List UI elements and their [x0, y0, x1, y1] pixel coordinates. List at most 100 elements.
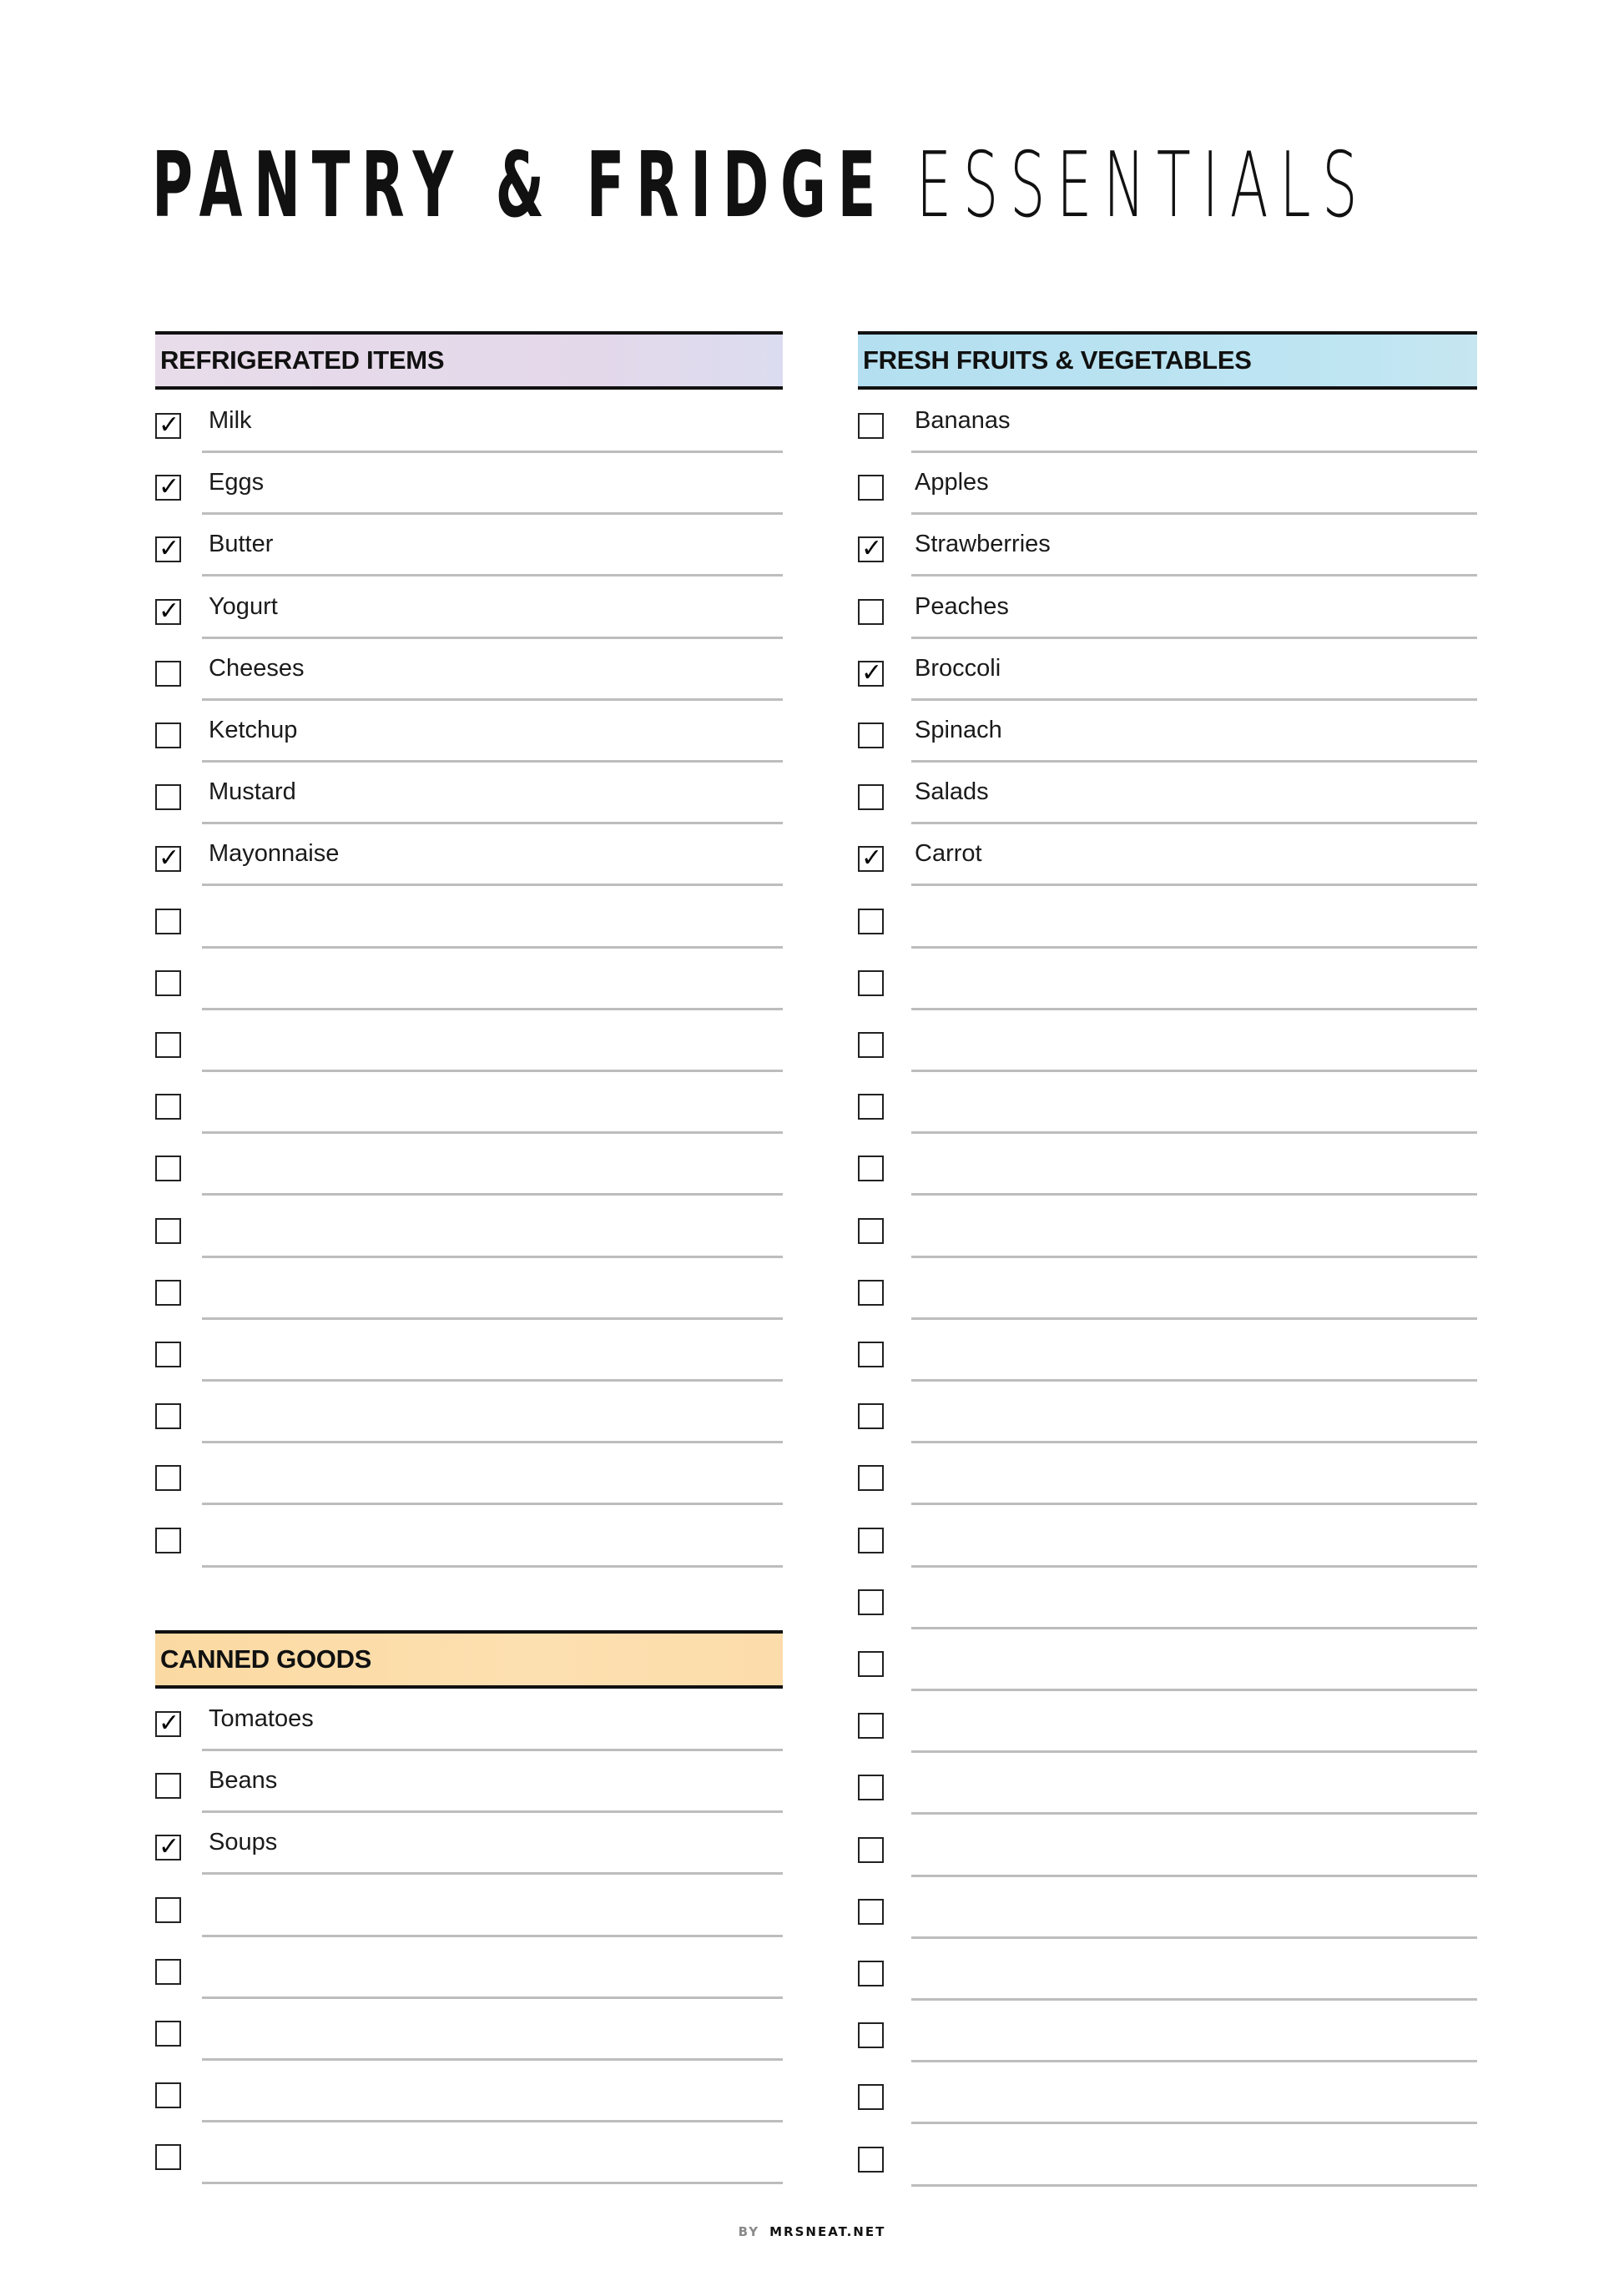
- item-checkbox[interactable]: [858, 1403, 884, 1430]
- item-checkbox[interactable]: [155, 969, 181, 996]
- item-label[interactable]: Apples: [915, 469, 989, 496]
- item-checkbox[interactable]: [155, 660, 181, 687]
- item-underline: [202, 1749, 783, 1751]
- item-label[interactable]: Broccoli: [915, 655, 1001, 682]
- item-checkbox[interactable]: [858, 1217, 884, 1244]
- item-checkbox[interactable]: [155, 1465, 181, 1492]
- item-label[interactable]: Cheeses: [209, 655, 304, 682]
- item-label[interactable]: Eggs: [209, 469, 264, 496]
- item-checkbox[interactable]: [858, 784, 884, 811]
- item-checkbox[interactable]: ✓: [858, 843, 884, 874]
- item-checkbox[interactable]: [858, 413, 884, 439]
- item-checkbox[interactable]: [858, 969, 884, 996]
- item-checkbox[interactable]: [858, 1775, 884, 1801]
- item-label[interactable]: Peaches: [915, 593, 1009, 621]
- item-underline: [202, 822, 783, 825]
- item-underline: [202, 2182, 783, 2185]
- item-checkbox[interactable]: [858, 2084, 884, 2111]
- item-checkbox[interactable]: [858, 1156, 884, 1182]
- item-checkbox[interactable]: [155, 1527, 181, 1553]
- item-checkbox[interactable]: [155, 1279, 181, 1306]
- item-checkbox[interactable]: [155, 1342, 181, 1367]
- item-underline: [202, 451, 783, 453]
- item-checkbox[interactable]: ✓: [858, 658, 884, 687]
- item-checkbox[interactable]: ✓: [155, 596, 181, 626]
- item-checkbox[interactable]: [155, 723, 181, 748]
- item-checkbox[interactable]: [155, 1403, 181, 1430]
- item-label[interactable]: Ketchup: [209, 717, 297, 744]
- section-header-refrigerated: REFRIGERATED ITEMS: [155, 331, 783, 390]
- item-underline: [911, 1874, 1477, 1877]
- item-underline: [202, 1193, 783, 1196]
- item-underline: [911, 945, 1477, 949]
- item-checkbox[interactable]: [155, 1032, 181, 1058]
- item-checkbox[interactable]: [858, 1961, 884, 1986]
- item-label[interactable]: Strawberries: [915, 531, 1051, 558]
- checkmark-icon: ✓: [861, 534, 883, 564]
- item-label[interactable]: Carrot: [915, 840, 982, 868]
- item-checkbox[interactable]: [858, 1589, 884, 1615]
- item-label[interactable]: Bananas: [915, 407, 1011, 435]
- item-label[interactable]: Soups: [209, 1829, 277, 1856]
- item-label[interactable]: Mayonnaise: [209, 840, 339, 868]
- item-label[interactable]: Spinach: [915, 717, 1002, 744]
- item-checkbox[interactable]: [858, 1836, 884, 1863]
- item-checkbox[interactable]: [858, 1527, 884, 1553]
- item-checkbox[interactable]: [858, 723, 884, 748]
- checkmark-icon: ✓: [159, 843, 180, 874]
- item-checkbox[interactable]: [858, 1279, 884, 1306]
- item-label[interactable]: Yogurt: [209, 593, 278, 621]
- item-underline: [911, 1750, 1477, 1754]
- item-checkbox[interactable]: [858, 1342, 884, 1367]
- section-heading: FRESH FRUITS & VEGETABLES: [863, 345, 1252, 375]
- item-checkbox[interactable]: ✓: [858, 534, 884, 564]
- item-checkbox[interactable]: ✓: [155, 411, 181, 440]
- item-checkbox[interactable]: [155, 1217, 181, 1244]
- checkmark-icon: ✓: [861, 843, 883, 874]
- item-checkbox[interactable]: [155, 2082, 181, 2109]
- item-underline: [911, 1626, 1477, 1629]
- item-label[interactable]: Salads: [915, 778, 989, 806]
- item-checkbox[interactable]: ✓: [155, 473, 181, 501]
- item-underline: [911, 1998, 1477, 2001]
- item-checkbox[interactable]: [858, 1032, 884, 1058]
- section-heading: CANNED GOODS: [160, 1644, 372, 1674]
- section-header-canned: CANNED GOODS: [155, 1630, 783, 1689]
- item-label[interactable]: Mustard: [209, 778, 296, 806]
- item-underline: [911, 636, 1477, 639]
- item-underline: [202, 636, 783, 639]
- item-checkbox[interactable]: [155, 784, 181, 811]
- checkmark-icon: ✓: [159, 596, 180, 626]
- item-checkbox[interactable]: [155, 1896, 181, 1923]
- item-checkbox[interactable]: [155, 1156, 181, 1182]
- item-checkbox[interactable]: [858, 475, 884, 501]
- item-label[interactable]: Tomatoes: [209, 1705, 314, 1733]
- item-checkbox[interactable]: [155, 1958, 181, 1985]
- item-underline: [202, 1872, 783, 1876]
- item-checkbox[interactable]: ✓: [155, 843, 181, 874]
- footer-by: BY: [738, 2224, 760, 2239]
- item-checkbox[interactable]: [155, 2021, 181, 2047]
- item-checkbox[interactable]: [858, 1651, 884, 1677]
- item-checkbox[interactable]: [858, 598, 884, 625]
- item-checkbox[interactable]: [858, 908, 884, 934]
- item-checkbox[interactable]: [858, 1094, 884, 1120]
- item-underline: [202, 2058, 783, 2061]
- item-checkbox[interactable]: [155, 1773, 181, 1800]
- item-checkbox[interactable]: [858, 2146, 884, 2173]
- item-label[interactable]: Beans: [209, 1767, 277, 1795]
- item-checkbox[interactable]: ✓: [155, 1833, 181, 1861]
- item-checkbox[interactable]: ✓: [155, 535, 181, 563]
- item-checkbox[interactable]: ✓: [155, 1709, 181, 1738]
- item-checkbox[interactable]: [155, 908, 181, 934]
- item-checkbox[interactable]: [155, 2144, 181, 2171]
- item-checkbox[interactable]: [858, 1898, 884, 1925]
- item-underline: [202, 1564, 783, 1568]
- item-label[interactable]: Milk: [209, 407, 252, 435]
- item-checkbox[interactable]: [858, 2022, 884, 2049]
- item-checkbox[interactable]: [858, 1713, 884, 1740]
- item-checkbox[interactable]: [858, 1465, 884, 1492]
- item-label[interactable]: Butter: [209, 531, 273, 558]
- item-underline: [911, 2060, 1477, 2063]
- item-checkbox[interactable]: [155, 1094, 181, 1120]
